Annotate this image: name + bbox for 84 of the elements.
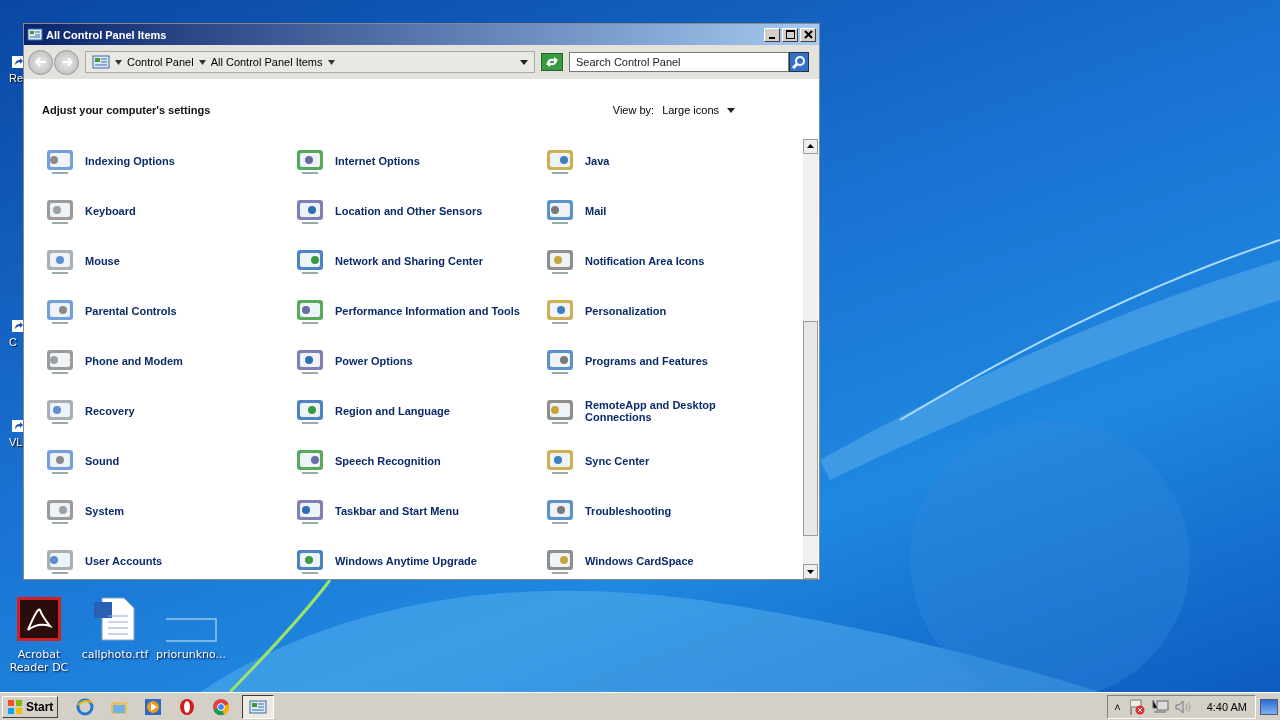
- applet-link[interactable]: Performance Information and Tools: [335, 305, 520, 317]
- maximize-icon: [785, 30, 795, 39]
- close-button[interactable]: [800, 27, 816, 42]
- applet-link[interactable]: Mouse: [85, 255, 120, 267]
- desktop-icon-label[interactable]: Re: [9, 72, 24, 84]
- applet-link[interactable]: Windows CardSpace: [585, 555, 694, 567]
- network-icon[interactable]: [1150, 697, 1169, 716]
- applet-link[interactable]: Windows Anytime Upgrade: [335, 555, 477, 567]
- play-icon: [144, 697, 163, 716]
- dropdown-caret-icon[interactable]: [520, 59, 528, 65]
- search-field[interactable]: Search Control Panel: [569, 52, 789, 72]
- control-panel-icon: [27, 26, 43, 43]
- applet-link[interactable]: Troubleshooting: [585, 505, 672, 517]
- control-panel-icon: [92, 54, 110, 70]
- start-button[interactable]: Start: [2, 695, 59, 718]
- scroll-thumb[interactable]: [803, 321, 818, 536]
- applet-link[interactable]: Speech Recognition: [335, 455, 441, 467]
- chrome-icon: [212, 697, 231, 716]
- applet-link[interactable]: Phone and Modem: [85, 355, 183, 367]
- applet-link[interactable]: Keyboard: [85, 205, 136, 217]
- taskbar-app-button[interactable]: [242, 694, 275, 719]
- show-desktop-button[interactable]: [1260, 698, 1278, 715]
- applet-link[interactable]: User Accounts: [85, 555, 163, 567]
- globe-e-icon: [76, 697, 95, 716]
- clock[interactable]: 4:40 AM: [1206, 700, 1247, 713]
- windows-logo-icon: [7, 698, 23, 715]
- desktop-icon-label[interactable]: VL: [9, 436, 23, 448]
- search-button[interactable]: [789, 52, 809, 72]
- applet-link[interactable]: System: [85, 505, 125, 517]
- flag-error-icon[interactable]: [1127, 697, 1146, 716]
- view-by-label: View by:: [612, 104, 655, 116]
- applet-link[interactable]: Java: [585, 155, 610, 167]
- shortcut-arrow-icon[interactable]: [12, 420, 24, 432]
- applet-link[interactable]: Personalization: [585, 305, 667, 317]
- shortcut-arrow-icon[interactable]: [12, 56, 24, 68]
- search-icon: [792, 55, 806, 69]
- scroll-up-icon[interactable]: [803, 139, 818, 154]
- applet-link[interactable]: Recovery: [85, 405, 135, 417]
- breadcrumb-link[interactable]: Control Panel: [127, 56, 194, 68]
- acrobat-icon: [16, 596, 62, 642]
- applet-link[interactable]: Network and Sharing Center: [335, 255, 483, 267]
- minimize-button[interactable]: [764, 27, 780, 42]
- caret-icon[interactable]: [115, 59, 122, 65]
- desktop-icon[interactable]: callphoto.rtf: [80, 596, 150, 674]
- scrollbar[interactable]: [803, 139, 818, 579]
- show-hidden-icons-button[interactable]: ˄: [1112, 700, 1123, 713]
- desktop-icon-label[interactable]: C: [9, 336, 17, 348]
- applet-link[interactable]: Internet Options: [335, 155, 420, 167]
- applet-link[interactable]: Taskbar and Start Menu: [335, 505, 459, 517]
- address-bar[interactable]: Control Panel All Control Panel Items: [85, 51, 535, 73]
- document-icon: [92, 596, 138, 642]
- minimize-icon: [769, 36, 775, 39]
- applet-link[interactable]: RemoteApp and Desktop Connections: [585, 399, 775, 423]
- desktop-icon[interactable]: priorunkno...: [156, 596, 226, 674]
- desktop-icon[interactable]: Acrobat Reader DC: [4, 596, 74, 674]
- blank-file-icon: [165, 618, 217, 642]
- applet-link[interactable]: Sound: [85, 455, 120, 467]
- applet-link[interactable]: Parental Controls: [85, 305, 177, 317]
- applet-link[interactable]: Programs and Features: [585, 355, 708, 367]
- caret-icon: [727, 107, 735, 113]
- applet-link[interactable]: Notification Area Icons: [585, 255, 705, 267]
- control-panel-icon: [249, 698, 268, 715]
- caret-icon[interactable]: [198, 59, 206, 65]
- applet-link[interactable]: Indexing Options: [85, 155, 175, 167]
- applet-link[interactable]: Location and Other Sensors: [335, 205, 483, 217]
- refresh-icon: [545, 56, 559, 68]
- window-title: All Control Panel Items: [46, 28, 167, 41]
- close-icon: [803, 30, 813, 39]
- applet-link[interactable]: Mail: [585, 205, 607, 217]
- breadcrumb-link[interactable]: All Control Panel Items: [210, 56, 323, 68]
- forward-arrow-icon: [60, 57, 73, 67]
- caret-icon[interactable]: [327, 59, 335, 65]
- back-arrow-icon: [34, 57, 47, 67]
- applet-link[interactable]: Power Options: [335, 355, 413, 367]
- applet-link[interactable]: Sync Center: [585, 455, 650, 467]
- applet-link[interactable]: Region and Language: [335, 405, 450, 417]
- forward-button[interactable]: [54, 49, 79, 75]
- opera-icon: [178, 697, 197, 716]
- maximize-button[interactable]: [782, 27, 798, 42]
- scroll-down-icon[interactable]: [803, 564, 818, 579]
- page-heading: Adjust your computer's settings: [42, 104, 211, 116]
- refresh-button[interactable]: [541, 53, 563, 71]
- view-dropdown[interactable]: Large icons: [662, 104, 735, 116]
- shortcut-arrow-icon[interactable]: [12, 320, 24, 332]
